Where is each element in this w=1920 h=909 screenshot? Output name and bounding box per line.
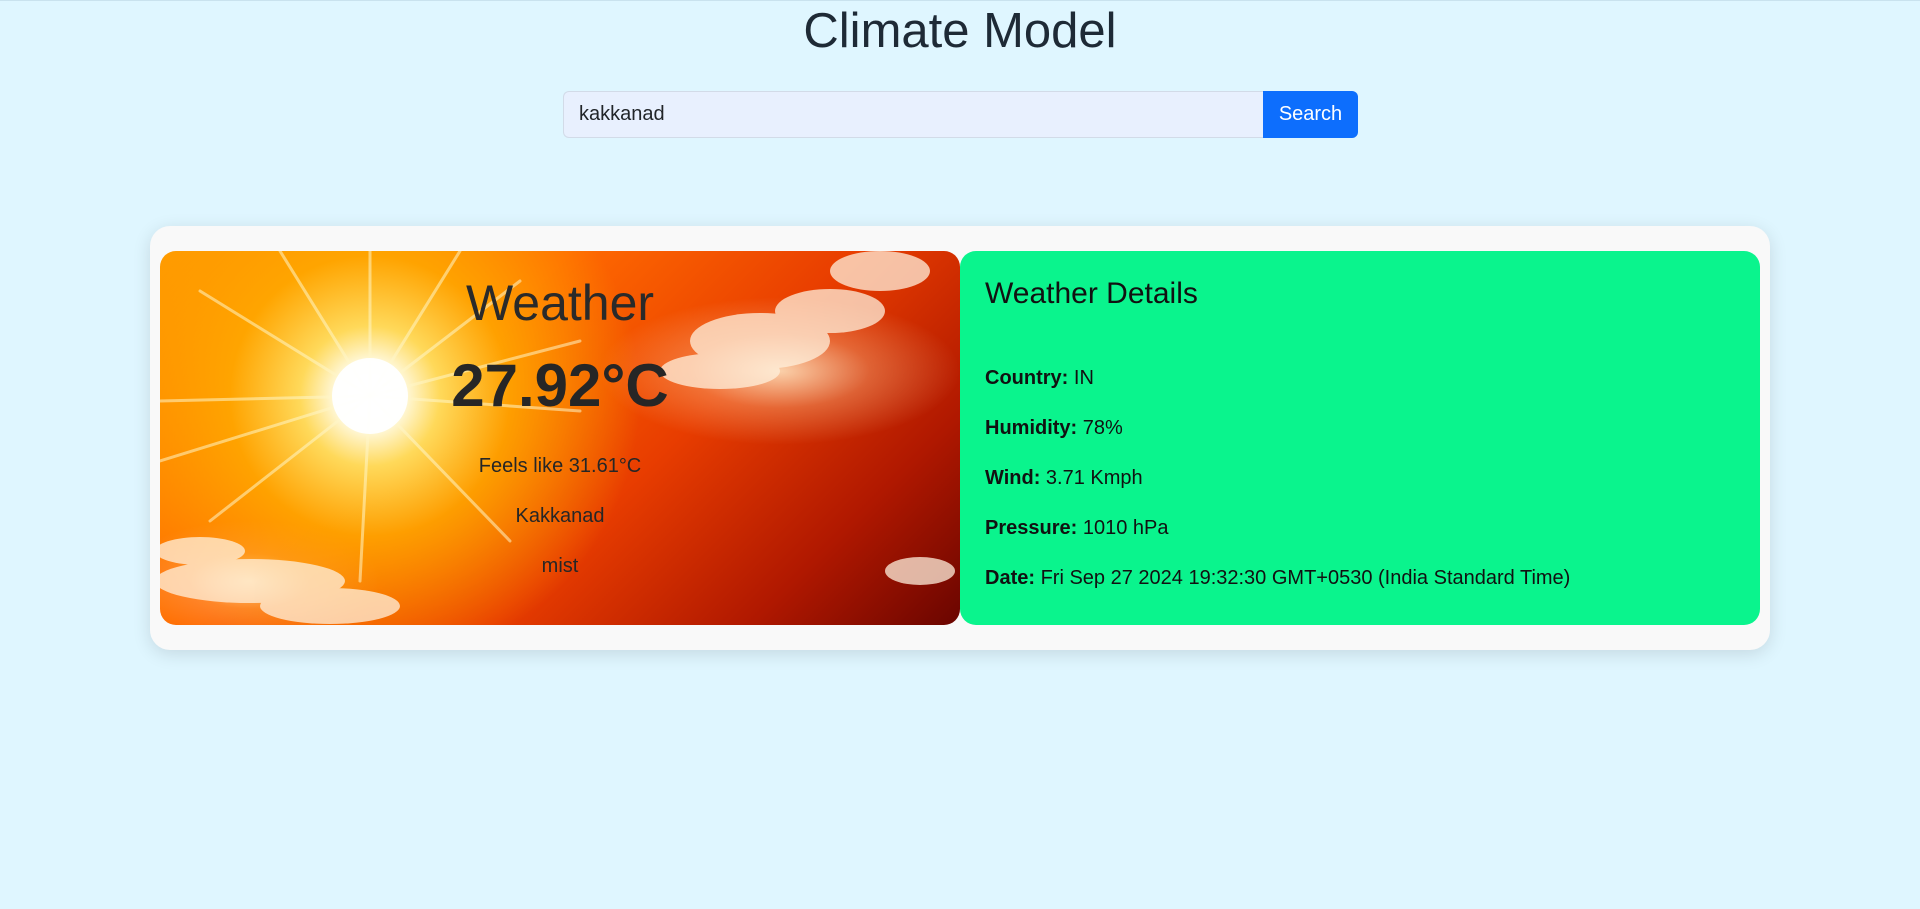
detail-wind: Wind: 3.71 Kmph [985,466,1143,490]
detail-humidity: Humidity: 78% [985,416,1123,440]
details-heading: Weather Details [985,277,1198,310]
detail-label: Pressure: [985,517,1078,539]
detail-label: Humidity: [985,417,1078,439]
search-input[interactable] [563,91,1263,138]
detail-value: 1010 hPa [1082,517,1169,539]
search-button[interactable]: Search [1263,91,1358,138]
weather-details-card: Weather Details Country: IN Humidity: 78… [960,251,1760,625]
feels-like-text: Feels like 31.61°C [478,455,642,477]
weather-card: Weather 27.92°C Feels like 31.61°C Kakka… [160,251,960,625]
detail-country: Country: IN [985,366,1094,390]
detail-value: 78% [1082,417,1123,439]
weather-summary: Weather 27.92°C Feels like 31.61°C Kakka… [160,251,960,625]
detail-value: Fri Sep 27 2024 19:32:30 GMT+0530 (India… [1040,567,1571,589]
city-name: Kakkanad [515,505,605,527]
weather-description: mist [541,555,579,577]
detail-date: Date: Fri Sep 27 2024 19:32:30 GMT+0530 … [985,566,1570,590]
detail-value: IN [1073,367,1094,389]
detail-label: Country: [985,367,1069,389]
detail-label: Date: [985,567,1036,589]
weather-panel: Weather 27.92°C Feels like 31.61°C Kakka… [150,226,1770,650]
page-title: Climate Model [803,4,1117,58]
detail-label: Wind: [985,467,1041,489]
search-bar: Search [563,91,1358,138]
detail-value: 3.71 Kmph [1045,467,1143,489]
weather-heading: Weather [465,275,655,331]
detail-pressure: Pressure: 1010 hPa [985,516,1168,540]
temperature-value: 27.92°C [451,352,669,419]
